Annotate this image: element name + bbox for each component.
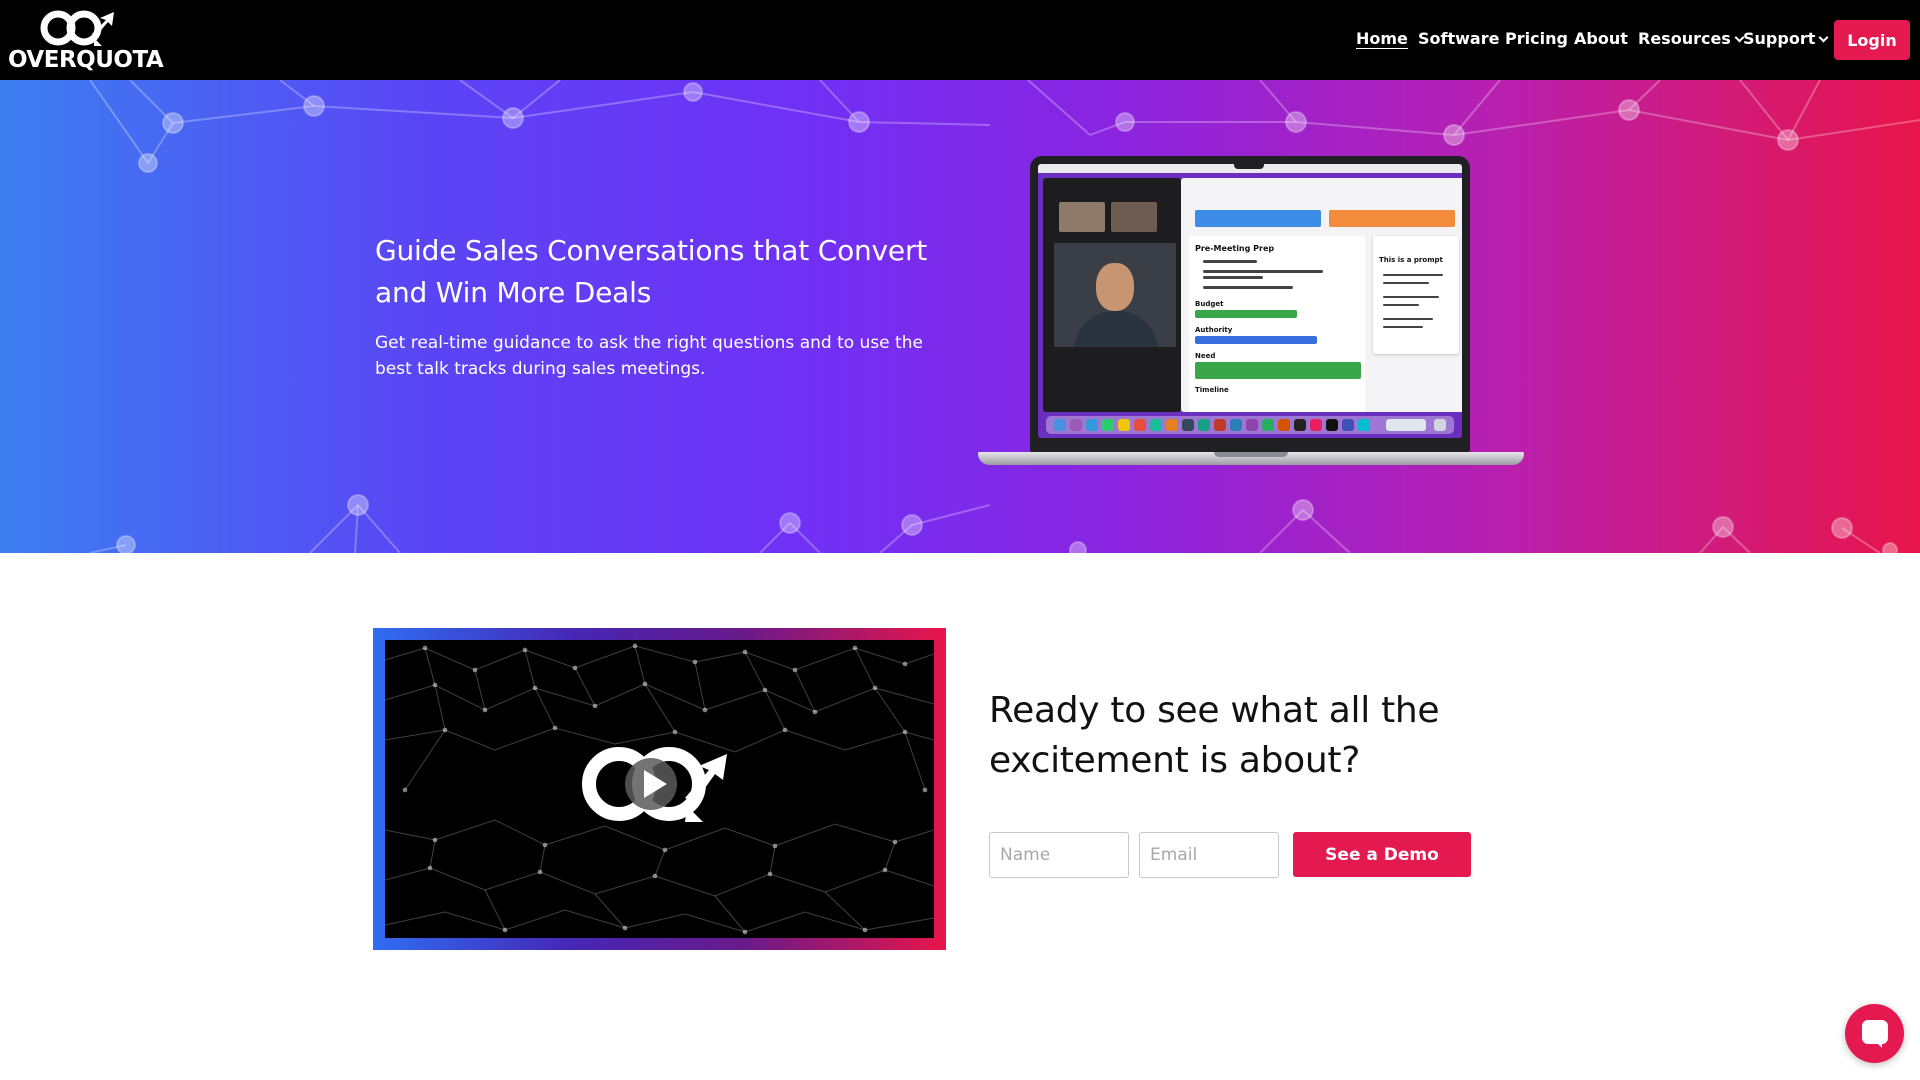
text-line <box>1203 270 1323 273</box>
dock-app-icon <box>1086 419 1098 431</box>
intro-video-card <box>373 628 946 950</box>
nav-pricing[interactable]: Pricing <box>1505 28 1568 50</box>
nav-software[interactable]: Software <box>1418 28 1499 50</box>
text-line <box>1383 326 1423 328</box>
participant-thumbnail <box>1111 202 1157 232</box>
cta-heading: Ready to see what all the excitement is … <box>989 690 1440 781</box>
dock-app-icon <box>1358 419 1370 431</box>
laptop-product-image: Pre-Meeting Prep Budget Authority Need T… <box>978 156 1524 478</box>
nav-resources-dropdown[interactable]: Resources <box>1638 28 1745 50</box>
laptop-screen: Pre-Meeting Prep Budget Authority Need T… <box>1038 164 1462 438</box>
chat-icon-tail <box>1874 1040 1882 1048</box>
dock-app-icon <box>1166 419 1178 431</box>
mac-dock <box>1046 416 1454 434</box>
dock-app-icon <box>1182 419 1194 431</box>
prep-panel-heading: Pre-Meeting Prep <box>1195 244 1275 253</box>
participant-face <box>1096 263 1134 311</box>
dock-app-icon <box>1310 419 1322 431</box>
chevron-down-icon <box>1818 32 1829 43</box>
dock-app-icon <box>1198 419 1210 431</box>
nav-support-label: Support <box>1743 29 1816 48</box>
participant-body <box>1074 311 1158 347</box>
text-line <box>1383 282 1429 284</box>
text-line <box>1383 304 1419 306</box>
dock-app-icon <box>1294 419 1306 431</box>
logo-wordmark: OVERQUOTA <box>8 47 164 73</box>
nav-about[interactable]: About <box>1574 28 1628 50</box>
video-call-window <box>1043 178 1181 412</box>
dock-app-icon <box>1246 419 1258 431</box>
dock-app-icon <box>1230 419 1242 431</box>
dock-app-icon <box>1278 419 1290 431</box>
login-button[interactable]: Login <box>1834 20 1910 60</box>
see-demo-button[interactable]: See a Demo <box>1293 832 1471 877</box>
section-timeline: Timeline <box>1195 386 1229 394</box>
dock-app-icon <box>1102 419 1114 431</box>
text-line <box>1203 260 1257 263</box>
question-chip <box>1195 336 1317 344</box>
email-field[interactable] <box>1139 832 1279 878</box>
prompt-panel: This is a prompt <box>1373 236 1459 354</box>
nav-support-dropdown[interactable]: Support <box>1743 28 1829 50</box>
hero-subtitle: Get real-time guidance to ask the right … <box>375 333 923 379</box>
dock-app-icon <box>1150 419 1162 431</box>
trash-icon <box>1434 419 1446 431</box>
section-authority: Authority <box>1195 326 1233 334</box>
nav-home[interactable]: Home <box>1356 28 1408 50</box>
hero-section: Guide Sales Conversations that Convert a… <box>0 80 1920 553</box>
text-line <box>1203 286 1293 289</box>
section-need: Need <box>1195 352 1216 360</box>
status-pill <box>1329 210 1455 227</box>
logo-mark-icon <box>40 10 114 46</box>
network-pattern-decoration <box>89 80 1920 553</box>
dock-app-icon <box>1214 419 1226 431</box>
laptop-lid: Pre-Meeting Prep Budget Authority Need T… <box>1030 156 1470 452</box>
answer-chip <box>1195 310 1297 318</box>
prep-panel: Pre-Meeting Prep Budget Authority Need T… <box>1189 236 1365 412</box>
overquota-logo[interactable]: OVERQUOTA <box>8 8 164 72</box>
text-line <box>1383 274 1443 276</box>
intro-video-player[interactable] <box>385 640 934 938</box>
overquota-logo-play-icon <box>582 747 727 822</box>
text-line <box>1383 318 1433 320</box>
chat-widget-button[interactable] <box>1845 1004 1904 1063</box>
hero-title: Guide Sales Conversations that Convert a… <box>375 234 928 309</box>
participant-thumbnail <box>1059 202 1105 232</box>
dock-app-icon <box>1326 419 1338 431</box>
laptop-base-notch <box>1214 452 1288 457</box>
dock-app-icon <box>1070 419 1082 431</box>
status-pill <box>1195 210 1321 227</box>
dock-app-icon <box>1118 419 1130 431</box>
dock-app-icon <box>1386 419 1426 431</box>
section-budget: Budget <box>1195 300 1224 308</box>
dock-app-icon <box>1342 419 1354 431</box>
answer-chip <box>1195 362 1361 379</box>
overquota-app-window: Pre-Meeting Prep Budget Authority Need T… <box>1181 178 1462 412</box>
dock-app-icon <box>1262 419 1274 431</box>
camera-notch <box>1234 164 1264 169</box>
dock-app-icon <box>1134 419 1146 431</box>
top-navbar: OVERQUOTA Home Software Pricing About Re… <box>0 0 1920 80</box>
dock-app-icon <box>1054 419 1066 431</box>
name-field[interactable] <box>989 832 1129 878</box>
nav-resources-label: Resources <box>1638 29 1731 48</box>
text-line <box>1203 276 1263 279</box>
prompt-heading: This is a prompt <box>1379 256 1443 264</box>
main-video-feed <box>1054 243 1176 347</box>
text-line <box>1383 296 1439 298</box>
